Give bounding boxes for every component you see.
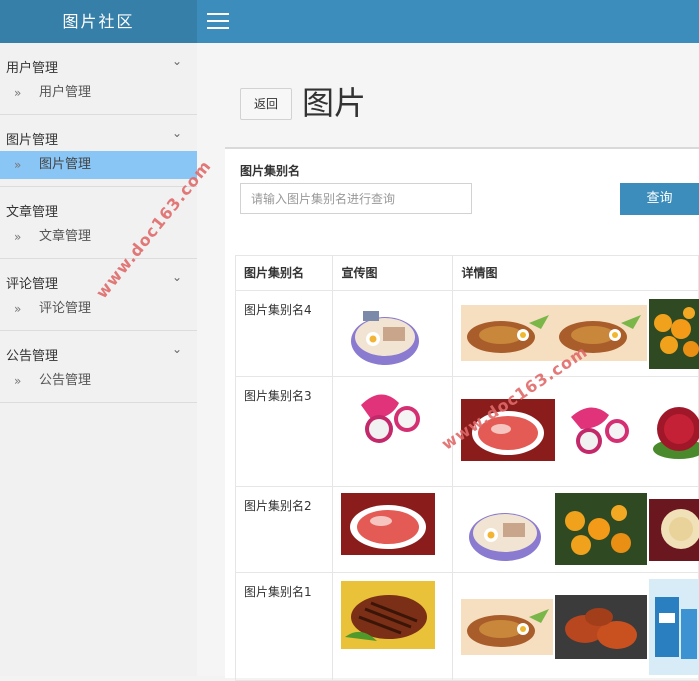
sidebar-item-comment-manage[interactable]: » 评论管理 [0, 295, 197, 323]
column-header: 宣传图 [332, 255, 454, 291]
detail-image[interactable] [563, 399, 639, 461]
sidebar-section-title[interactable]: 评论管理 [6, 273, 58, 292]
chevron-down-icon[interactable]: ⌄ [172, 126, 182, 140]
detail-image[interactable] [461, 599, 554, 655]
query-button[interactable]: 查询 [620, 183, 699, 215]
detail-image[interactable] [649, 299, 699, 369]
back-button[interactable]: 返回 [240, 88, 292, 120]
album-name: 图片集别名3 [244, 389, 312, 403]
column-header: 图片集别名 [234, 255, 334, 291]
sidebar-item-image-manage[interactable]: » 图片管理 [0, 151, 197, 179]
detail-image[interactable] [649, 579, 699, 675]
top-navbar: 图片社区 [0, 0, 699, 43]
cover-image[interactable] [341, 493, 436, 555]
detail-image[interactable] [555, 595, 648, 659]
content-card: 图片集别名 请输入图片集别名进行查询 查询 图片集别名 宣传图 详情图 图片集别… [225, 147, 699, 681]
menu-toggle-icon[interactable] [207, 13, 229, 29]
sidebar-section-title[interactable]: 文章管理 [6, 201, 58, 220]
double-chevron-right-icon: » [14, 374, 22, 388]
column-header: 详情图 [452, 255, 699, 291]
detail-image[interactable] [555, 493, 648, 565]
double-chevron-right-icon: » [14, 302, 22, 316]
double-chevron-right-icon: » [14, 158, 22, 172]
double-chevron-right-icon: » [14, 86, 22, 100]
sidebar-item-label: 图片管理 [39, 157, 92, 172]
sidebar: 用户管理 ⌄ » 用户管理 图片管理 ⌄ » 图片管理 文章管理 » 文章管理 … [0, 43, 198, 676]
sidebar-section-title[interactable]: 公告管理 [6, 345, 58, 364]
sidebar-item-user-manage[interactable]: » 用户管理 [0, 79, 197, 107]
sidebar-item-article-manage[interactable]: » 文章管理 [0, 223, 197, 251]
detail-image[interactable] [461, 501, 547, 563]
cover-image[interactable] [351, 385, 427, 447]
sidebar-section-users: 用户管理 ⌄ » 用户管理 [0, 43, 197, 115]
chevron-down-icon[interactable]: ⌄ [172, 54, 182, 68]
sidebar-item-label: 文章管理 [39, 229, 92, 244]
page-title: 图片 [302, 84, 367, 122]
search-input[interactable]: 请输入图片集别名进行查询 [240, 183, 472, 214]
detail-image[interactable] [649, 499, 699, 561]
image-table: 图片集别名 宣传图 详情图 图片集别名4 图片集别名3 图片集别名2 图片集别名… [234, 255, 699, 681]
sidebar-section-images: 图片管理 ⌄ » 图片管理 [0, 115, 197, 187]
sidebar-item-label: 公告管理 [39, 373, 92, 388]
double-chevron-right-icon: » [14, 230, 22, 244]
detail-image[interactable] [649, 399, 699, 463]
album-name: 图片集别名4 [244, 303, 312, 317]
sidebar-section-title[interactable]: 图片管理 [6, 129, 58, 148]
sidebar-item-notice-manage[interactable]: » 公告管理 [0, 367, 197, 395]
brand-title: 图片社区 [0, 0, 197, 43]
album-name: 图片集别名1 [244, 585, 312, 599]
sidebar-item-label: 评论管理 [39, 301, 92, 316]
detail-image[interactable] [461, 305, 554, 361]
sidebar-section-title[interactable]: 用户管理 [6, 57, 58, 76]
chevron-down-icon[interactable]: ⌄ [172, 342, 182, 356]
search-label: 图片集别名 [240, 164, 301, 178]
table-header-row: 图片集别名 宣传图 详情图 [234, 255, 699, 291]
table-row: 图片集别名1 [234, 572, 699, 681]
main-content: 返回 图片 图片集别名 请输入图片集别名进行查询 查询 图片集别名 宣传图 详情… [197, 43, 699, 681]
chevron-down-icon[interactable]: ⌄ [172, 270, 182, 284]
sidebar-item-label: 用户管理 [39, 85, 92, 100]
cover-image[interactable] [343, 305, 425, 367]
table-row: 图片集别名2 [234, 486, 699, 573]
sidebar-section-notices: 公告管理 ⌄ » 公告管理 [0, 331, 197, 403]
album-name: 图片集别名2 [244, 499, 312, 513]
cover-image[interactable] [341, 581, 436, 649]
table-row: 图片集别名4 [234, 290, 699, 377]
